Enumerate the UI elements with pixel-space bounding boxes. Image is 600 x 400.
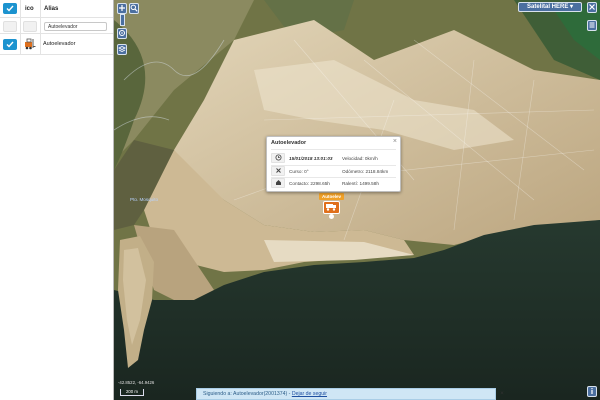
info-button[interactable] xyxy=(587,386,597,397)
popup-ralenti: Ralentí: 1499.58h xyxy=(342,181,380,186)
row-checkbox[interactable] xyxy=(3,39,17,50)
expand-map-button[interactable] xyxy=(587,2,597,13)
vehicle-marker-label[interactable]: Autoelev xyxy=(319,193,344,200)
vehicle-info-popup: Autoelevador × 15/01/2018 13:01:03 Veloc… xyxy=(266,136,401,192)
satellite-imagery xyxy=(114,0,600,400)
zoom-in-button[interactable] xyxy=(117,3,127,14)
map-layer-dropdown[interactable]: Satelital HERE ▾ xyxy=(518,2,582,12)
table-row[interactable]: Autoelevador xyxy=(0,34,113,55)
place-label: Pto. Mosquito xyxy=(130,197,159,202)
cursor-coordinates: -42.8522, -64.9426 xyxy=(118,380,155,385)
popup-velocidad: Velocidad: 0km/h xyxy=(342,156,378,161)
alias-filter-input[interactable] xyxy=(44,22,107,31)
list-header-row: ico Alias xyxy=(0,0,113,18)
popup-title: Autoelevador xyxy=(271,140,307,146)
follow-bar-close-button[interactable]: × xyxy=(498,390,506,398)
popup-odometro: Odómetro: 2118.84km xyxy=(342,169,389,174)
home-icon xyxy=(271,178,285,188)
locate-button[interactable] xyxy=(117,28,127,39)
info-icon xyxy=(591,388,593,394)
zoom-slider[interactable] xyxy=(120,14,125,26)
stop-follow-link[interactable]: Dejar de seguir xyxy=(292,391,327,397)
plus-icon xyxy=(119,5,125,11)
follow-text: Siguiendo a: Autoelevador(2001374) - xyxy=(203,391,292,397)
popup-close-button[interactable]: × xyxy=(393,138,397,145)
target-icon xyxy=(119,30,125,36)
check-icon xyxy=(6,5,14,12)
clock-icon xyxy=(271,153,285,163)
scale-bar: 200 m xyxy=(120,389,144,396)
marker-anchor-dot xyxy=(329,214,334,219)
search-map-button[interactable] xyxy=(129,3,139,14)
filter-ico-placeholder xyxy=(23,21,37,32)
filter-checkbox-placeholder xyxy=(3,21,17,32)
scale-label: 200 m xyxy=(126,389,138,394)
close-icon xyxy=(589,4,595,10)
forklift-icon xyxy=(25,38,36,50)
popup-contacto: Contacto: 2298.65h xyxy=(289,181,330,186)
vehicle-list-panel: ico Alias Autoelevador xyxy=(0,0,114,400)
check-icon xyxy=(6,41,14,48)
row-alias: Autoelevador xyxy=(43,41,76,47)
follow-status-bar: Siguiendo a: Autoelevador(2001374) - Dej… xyxy=(196,388,496,400)
select-all-checkbox[interactable] xyxy=(3,3,17,14)
compass-icon xyxy=(271,166,285,176)
map-view[interactable]: Satelital HERE ▾ Pto. Mosquito Autoelev … xyxy=(114,0,600,400)
vehicle-marker[interactable] xyxy=(323,201,340,214)
truck-icon xyxy=(326,204,336,211)
layers-icon xyxy=(117,45,127,53)
layers-toggle-button[interactable] xyxy=(117,44,127,55)
list-icon xyxy=(589,22,595,28)
popup-date: 15/01/2018 13:01:03 xyxy=(289,156,333,161)
search-icon xyxy=(130,4,138,12)
popup-curso: Curso: 0° xyxy=(289,169,309,174)
column-header-ico[interactable]: ico xyxy=(25,6,34,12)
column-header-alias[interactable]: Alias xyxy=(44,6,58,12)
list-panel-button[interactable] xyxy=(587,20,597,31)
